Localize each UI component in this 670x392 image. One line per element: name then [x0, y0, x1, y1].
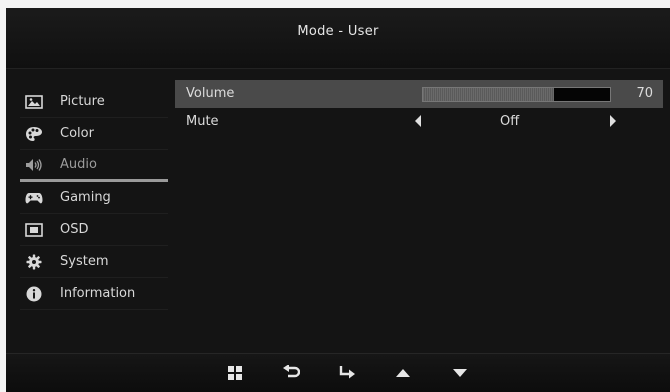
mode-title: Mode - User	[297, 24, 379, 39]
enter-icon[interactable]	[336, 362, 358, 384]
back-icon[interactable]	[280, 362, 302, 384]
right-arrow-icon[interactable]	[610, 115, 616, 127]
monitor-osd-screen: Mode - User Picture Color Audio Gaming O…	[6, 8, 670, 392]
sidebar-item-color[interactable]: Color	[20, 118, 168, 150]
menu-icon[interactable]	[224, 362, 246, 384]
volume-slider-fill	[423, 88, 554, 101]
sidebar-item-label: OSD	[60, 222, 89, 237]
left-arrow-icon[interactable]	[415, 115, 421, 127]
volume-label: Volume	[186, 86, 235, 101]
volume-row[interactable]: Volume 70	[175, 80, 663, 108]
sidebar-item-information[interactable]: Information	[20, 278, 168, 310]
volume-slider[interactable]	[422, 87, 611, 102]
sidebar-item-label: Gaming	[60, 190, 111, 205]
sidebar-item-system[interactable]: System	[20, 246, 168, 278]
picture-icon	[25, 94, 43, 110]
sidebar-item-audio[interactable]: Audio	[20, 150, 168, 182]
mute-row[interactable]: Mute Off	[175, 108, 663, 136]
osd-icon	[25, 222, 43, 238]
mute-label: Mute	[186, 114, 219, 129]
up-arrow-icon[interactable]	[392, 362, 414, 384]
osd-header: Mode - User	[6, 8, 670, 69]
gamepad-icon	[25, 190, 43, 206]
volume-value: 70	[636, 86, 653, 101]
sidebar-item-label: Information	[60, 286, 136, 301]
sidebar-item-label: System	[60, 254, 109, 269]
gear-icon	[25, 254, 43, 270]
sidebar-item-label: Color	[60, 126, 94, 141]
palette-icon	[25, 126, 43, 142]
down-arrow-icon[interactable]	[449, 362, 471, 384]
sidebar-item-picture[interactable]: Picture	[20, 86, 168, 118]
mute-value: Off	[500, 114, 520, 129]
sidebar-item-osd[interactable]: OSD	[20, 214, 168, 246]
sidebar-item-gaming[interactable]: Gaming	[20, 182, 168, 214]
sidebar-item-label: Picture	[60, 94, 105, 109]
sidebar-item-label: Audio	[60, 157, 97, 172]
osd-sidebar: Picture Color Audio Gaming OSD System In…	[20, 86, 168, 310]
info-icon	[25, 286, 43, 302]
audio-settings-panel: Volume 70 Mute Off	[175, 80, 663, 136]
osd-footer	[6, 353, 670, 392]
speaker-icon	[25, 157, 43, 173]
